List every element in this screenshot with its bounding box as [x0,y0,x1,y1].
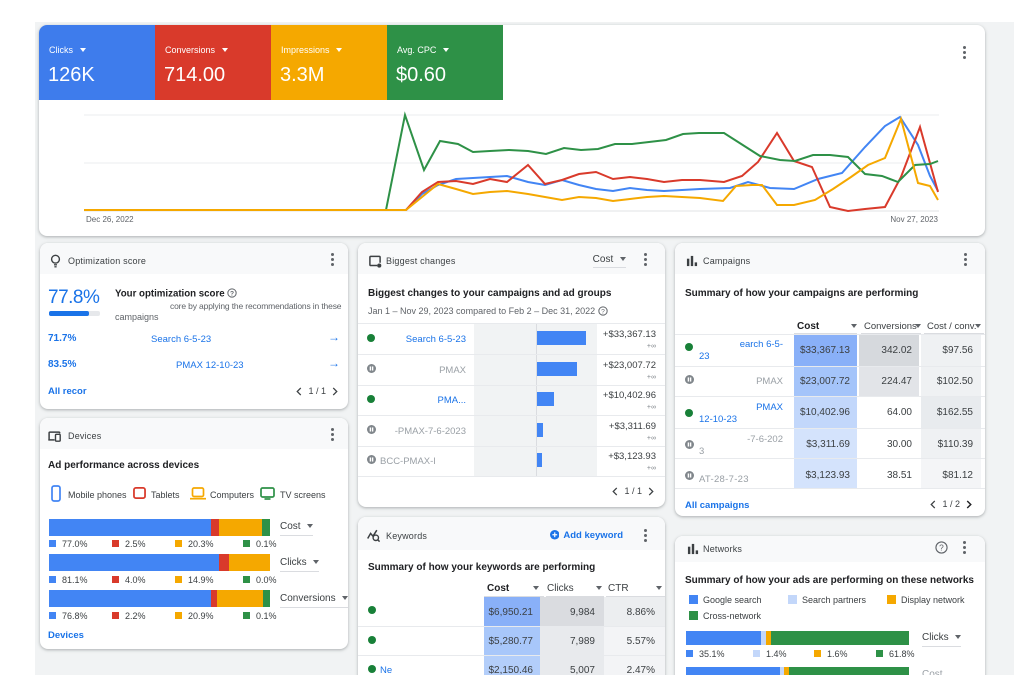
svg-text:?: ? [230,290,234,297]
svg-text:?: ? [601,308,605,315]
svg-text:?: ? [939,542,944,552]
